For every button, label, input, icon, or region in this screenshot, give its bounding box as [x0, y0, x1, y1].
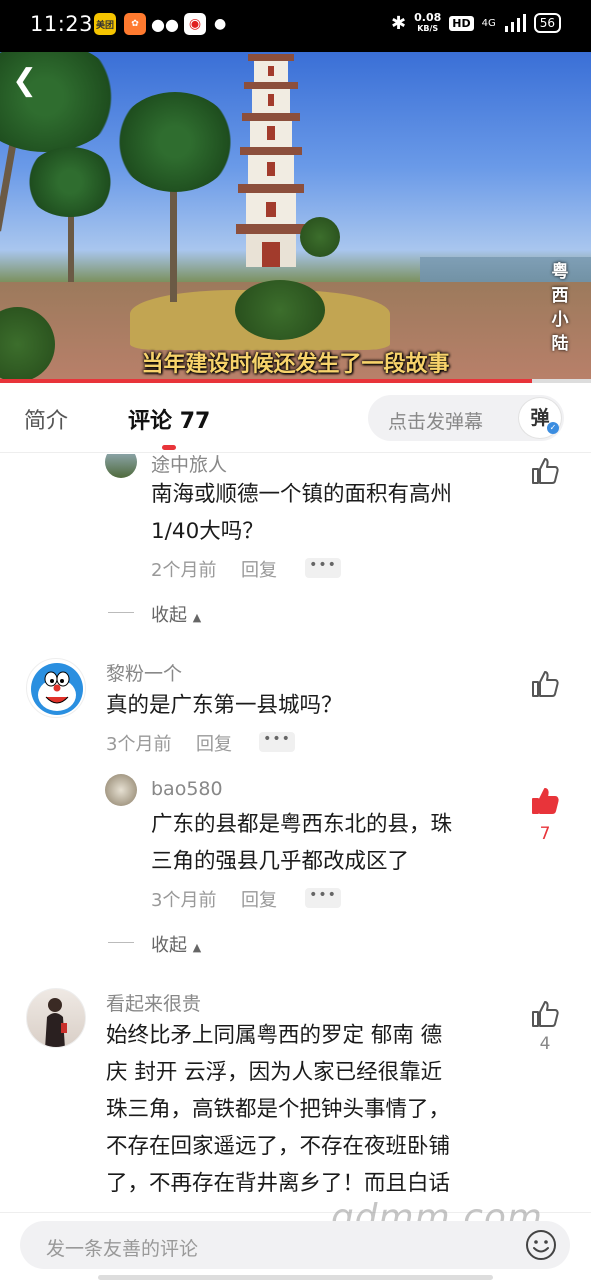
meituan-app-icon: 美团: [94, 13, 116, 35]
network-speed-value: 0.08: [414, 11, 442, 24]
video-player[interactable]: ❮ 粤西小陆 当年建设时候还发生了一段故事: [0, 52, 591, 382]
active-tab-indicator: [162, 445, 176, 450]
more-options-button[interactable]: •••: [305, 558, 341, 578]
chevron-up-icon: ▲: [192, 611, 202, 624]
divider: [108, 612, 134, 613]
doraemon-avatar-image: [31, 663, 83, 715]
video-subtitle: 当年建设时候还发生了一段故事: [141, 352, 450, 377]
comment-text: 广东的县都是粤西东北的县，珠 三角的强县几乎都改成区了: [151, 806, 452, 880]
emoji-icon[interactable]: [524, 1228, 558, 1262]
reply-button[interactable]: 回复: [196, 730, 232, 756]
more-notifications-dot-icon: ●: [214, 16, 227, 32]
hd-badge: HD: [449, 15, 474, 31]
danmaku-input[interactable]: 点击发弹幕 弹 ✓: [368, 395, 564, 441]
tab-comments-label: 评论: [128, 409, 173, 434]
bush: [235, 280, 325, 340]
palm-tree: [25, 147, 115, 217]
collapse-replies-button[interactable]: 收起 ▲: [151, 601, 201, 627]
comment-count: 77: [179, 409, 211, 434]
battery-icon: 56: [533, 13, 561, 33]
comment-time: 2个月前: [151, 560, 217, 581]
comment-text-line: 1/40大吗？: [151, 519, 264, 544]
like-icon[interactable]: [530, 999, 560, 1029]
network-speed: 0.08 KB/S: [414, 12, 441, 34]
like-count: 4: [539, 1034, 551, 1054]
network-speed-unit: KB/S: [417, 24, 439, 33]
status-bar: 11:23 美团 ✿ ●● ◉ ● ✱ 0.08 KB/S HD 4G 56: [0, 0, 591, 52]
channel-watermark: 粤西小陆: [551, 262, 569, 354]
collapse-label: 收起: [151, 935, 187, 956]
reply-button[interactable]: 回复: [241, 886, 277, 912]
comment-text-line: 不存在回家遥远了，不存在夜班卧铺: [106, 1134, 451, 1159]
like-icon[interactable]: [530, 669, 560, 699]
comment-text-line: 广东的县都是粤西东北的县，珠: [151, 812, 453, 837]
collapse-replies-button[interactable]: 收起 ▲: [151, 931, 201, 957]
more-options-button[interactable]: •••: [259, 732, 295, 752]
comment-text-line: 珠三角，高铁都是个把钟头事情了，: [106, 1097, 451, 1122]
tab-comments[interactable]: 评论 77: [128, 403, 210, 435]
avatar[interactable]: [26, 988, 86, 1048]
check-icon: ✓: [547, 422, 559, 434]
avatar[interactable]: [105, 454, 137, 478]
comment-text: 始终比矛上同属粤西的罗定 郁南 德 庆 封开 云浮，因为人家已经很靠近 珠三角，…: [106, 1017, 450, 1202]
comment-text-line: 三角的强县几乎都改成区了: [151, 849, 410, 874]
chevron-up-icon: ▲: [192, 941, 202, 954]
comment-text: 真的是广东第一县城吗？: [106, 687, 343, 724]
comment-text-line: 南海或顺德一个镇的面积有高州: [151, 482, 453, 507]
comment-input-bar: gdmm.com 发一条友善的评论: [0, 1197, 591, 1280]
username[interactable]: bao580: [151, 778, 223, 800]
like-count: 7: [539, 824, 551, 844]
comment-list[interactable]: 途中旅人 南海或顺德一个镇的面积有高州 1/40大吗？ 2个月前 回复 ••• …: [0, 454, 591, 1214]
like-icon[interactable]: [530, 456, 560, 486]
wechat-icon: ●●: [151, 13, 179, 35]
comment-text: 南海或顺德一个镇的面积有高州 1/40大吗？: [151, 476, 452, 550]
status-time: 11:23: [30, 12, 94, 36]
comment-text-line: 真的是广东第一县城吗？: [106, 693, 343, 718]
notification-icons: 美团 ✿ ●● ◉ ●: [94, 13, 226, 35]
status-indicators: ✱ 0.08 KB/S HD 4G 56: [391, 12, 561, 34]
username[interactable]: 黎粉一个: [106, 659, 182, 686]
taobao-app-icon: ✿: [124, 13, 146, 35]
comment-time: 3个月前: [151, 890, 217, 911]
signal-icon: [504, 14, 526, 32]
back-arrow-icon[interactable]: ❮: [12, 66, 42, 96]
reply-button[interactable]: 回复: [241, 556, 277, 582]
home-indicator[interactable]: [98, 1275, 493, 1280]
more-options-button[interactable]: •••: [305, 888, 341, 908]
comment-input[interactable]: 发一条友善的评论: [20, 1221, 570, 1269]
comment-time: 3个月前: [106, 734, 172, 755]
comment-text-line: 庆 封开 云浮，因为人家已经很靠近: [106, 1060, 443, 1085]
bluetooth-icon: ✱: [391, 12, 407, 34]
tab-intro[interactable]: 简介: [24, 403, 68, 435]
avatar[interactable]: [105, 774, 137, 806]
comment-text-line: 始终比矛上同属粤西的罗定 郁南 德: [106, 1023, 443, 1048]
person-avatar-image: [45, 998, 67, 1047]
comment-input-placeholder: 发一条友善的评论: [46, 1238, 199, 1260]
liked-icon[interactable]: [530, 786, 560, 816]
tab-bar: 简介 评论 77 点击发弹幕 弹 ✓: [0, 383, 591, 453]
username[interactable]: 途中旅人: [151, 454, 227, 477]
danmaku-toggle-button[interactable]: 弹 ✓: [518, 397, 562, 439]
map-app-icon: ◉: [184, 13, 206, 35]
avatar[interactable]: [26, 658, 86, 718]
collapse-label: 收起: [151, 605, 187, 626]
palm-tree: [115, 92, 235, 192]
danmaku-placeholder: 点击发弹幕: [388, 411, 484, 433]
signal-type: 4G: [481, 17, 496, 29]
bush: [300, 217, 340, 257]
username[interactable]: 看起来很贵: [106, 989, 201, 1016]
divider: [108, 942, 134, 943]
